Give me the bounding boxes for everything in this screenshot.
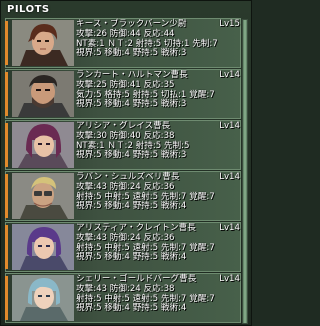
pilot-portrait xyxy=(12,173,74,219)
pilot-name: シェリー・ゴールドバーグ曹長 xyxy=(76,274,197,284)
pilot-level: Lv15 xyxy=(219,19,240,29)
pilot-portrait xyxy=(12,122,74,168)
pilot-stats-field: 視界:5 移動:4 野持:5 戦術:4 xyxy=(76,201,187,212)
pilot-card[interactable]: アリシア・グレイス曹長 Lv14 攻撃:30 防御:40 反応:38 NT素:1… xyxy=(5,120,241,170)
pilot-level: Lv14 xyxy=(219,121,240,131)
list-scrollbar[interactable] xyxy=(242,19,248,324)
pilot-name: キース・ブラックバーン少尉 xyxy=(76,19,187,29)
selection-marker xyxy=(5,225,8,269)
pilot-portrait xyxy=(12,71,74,117)
pilot-stats-field: 視界:5 移動:4 野持:5 戦術:4 xyxy=(76,303,187,314)
selection-marker xyxy=(5,123,8,167)
pilot-stats-field: 視界:5 移動:4 野持:5 戦術:3 xyxy=(76,150,187,161)
pilot-name: アリシア・グレイス曹長 xyxy=(76,121,171,131)
pilot-name: アリスティア・クレイトン曹長 xyxy=(76,223,196,233)
pilot-portrait xyxy=(12,275,74,321)
pilot-stats-field: 視界:5 移動:4 野持:5 戦術:4 xyxy=(76,252,187,263)
pilot-card[interactable]: シェリー・ゴールドバーグ曹長 Lv14 攻撃:43 防御:24 反応:38 射持… xyxy=(5,273,241,323)
pilot-level: Lv14 xyxy=(219,223,240,233)
pilot-stats-field: 視界:5 移動:4 野持:5 戦術:3 xyxy=(76,99,187,110)
panel-title-bar: PILOTS xyxy=(5,1,75,17)
pilot-card[interactable]: アリスティア・クレイトン曹長 Lv14 攻撃:43 防御:24 反応:36 射持… xyxy=(5,222,241,272)
selection-marker xyxy=(5,72,8,116)
pilot-stats-field: 視界:5 移動:4 野持:5 戦術:3 xyxy=(76,48,187,59)
pilot-card[interactable]: キース・ブラックバーン少尉 Lv15 攻撃:26 防御:44 反応:44 NT素… xyxy=(5,18,241,68)
selection-marker xyxy=(5,276,8,320)
panel-title: PILOTS xyxy=(7,3,50,15)
selection-marker xyxy=(5,21,8,65)
pilot-portrait xyxy=(12,224,74,270)
pilot-portrait xyxy=(12,20,74,66)
pilot-level: Lv14 xyxy=(219,70,240,80)
pilot-name: ラバン・シュルズベリ曹長 xyxy=(76,172,180,182)
pilot-card[interactable]: ランカート・ハルトマン曹長 Lv14 攻撃:25 防御:41 反応:35 気力:… xyxy=(5,69,241,119)
pilot-level: Lv14 xyxy=(219,274,240,284)
pilot-card[interactable]: ラバン・シュルズベリ曹長 Lv14 攻撃:43 防御:24 反応:36 射持:5… xyxy=(5,171,241,221)
pilot-level: Lv14 xyxy=(219,172,240,182)
selection-marker xyxy=(5,174,8,218)
scrollbar-thumb[interactable] xyxy=(243,20,247,323)
pilot-name: ランカート・ハルトマン曹長 xyxy=(76,70,188,80)
pilots-panel: PILOTS キース・ブラックバーン少尉 Lv15 攻撃:26 防御:44 反応… xyxy=(0,0,252,326)
